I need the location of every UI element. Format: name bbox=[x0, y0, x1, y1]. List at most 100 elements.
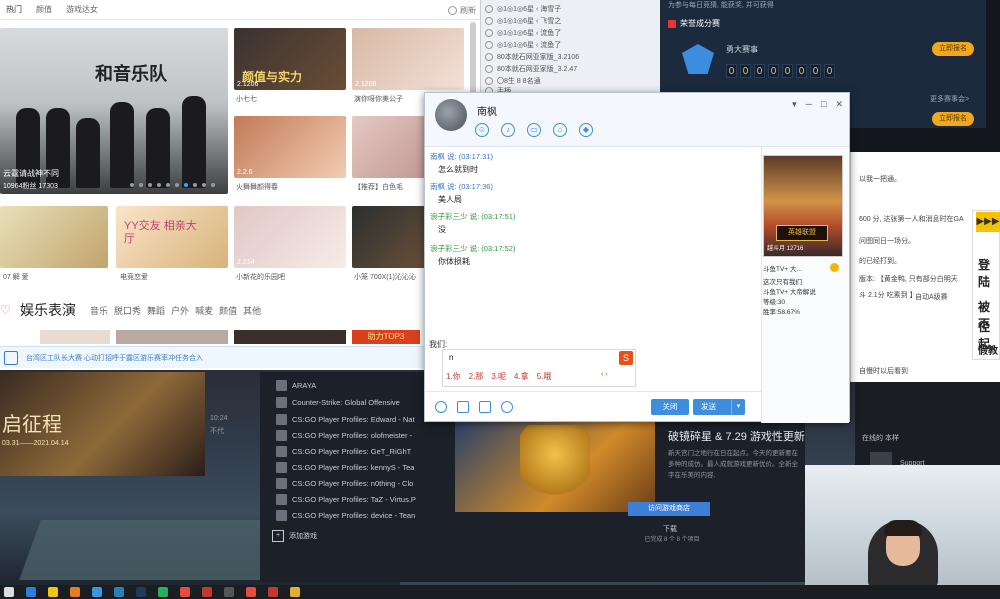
close-icon[interactable]: ✕ bbox=[835, 99, 843, 110]
signup-button[interactable]: 立即报名 bbox=[932, 42, 974, 56]
app-icon[interactable] bbox=[158, 587, 168, 597]
category-dance[interactable]: 舞蹈 bbox=[147, 304, 165, 317]
stream-thumb[interactable] bbox=[116, 330, 228, 344]
app-icon[interactable] bbox=[224, 587, 234, 597]
user-icon bbox=[485, 64, 493, 73]
app-icon[interactable] bbox=[290, 587, 300, 597]
user-icon bbox=[485, 16, 493, 25]
chevron-down-icon[interactable]: ▾ bbox=[792, 99, 797, 110]
category-other[interactable]: 其他 bbox=[243, 304, 261, 317]
library-game-item[interactable]: CS:GO Player Profiles: olofmeister - bbox=[276, 428, 412, 443]
library-game-item[interactable]: Counter-Strike: Global Offensive bbox=[276, 395, 400, 410]
ime-candidate[interactable]: 5.哦 bbox=[537, 371, 552, 382]
event-name: 勇大赛事 bbox=[726, 45, 758, 54]
friends-status: 在线的 本样 bbox=[862, 435, 899, 442]
viewer-count: 2.214 bbox=[237, 259, 255, 266]
library-game-item[interactable]: CS:GO Player Profiles: GeT_RiGhT bbox=[276, 444, 411, 459]
ime-candidate[interactable]: 4.拿 bbox=[514, 371, 529, 382]
refresh-label: 刷新 bbox=[460, 5, 476, 15]
stream-thumb[interactable] bbox=[40, 330, 110, 344]
voice-call-icon[interactable]: ♪ bbox=[501, 123, 515, 137]
category-music[interactable]: 音乐 bbox=[90, 304, 108, 317]
library-game-item[interactable]: CS:GO Player Profiles: Edward - Nat bbox=[276, 412, 415, 427]
shield-icon[interactable]: ◆ bbox=[579, 123, 593, 137]
announcement-ticker[interactable]: 台湾区工队长大赛 心动打招呼于露区游乐赛率冲任务合入 bbox=[0, 346, 480, 368]
library-game-item[interactable]: CS:GO Player Profiles: n0thing - Clo bbox=[276, 476, 413, 491]
app-icon[interactable]: ⌂ bbox=[553, 123, 567, 137]
folder-icon[interactable] bbox=[48, 587, 58, 597]
scissors-icon[interactable] bbox=[457, 401, 469, 413]
stream-thumb[interactable] bbox=[0, 206, 108, 268]
signup-button[interactable]: 立即报名 bbox=[932, 112, 974, 126]
library-game-item[interactable]: CS:GO Player Profiles: device - Tean bbox=[276, 508, 415, 523]
section-title: 娱乐表演 bbox=[20, 302, 76, 318]
game-icon bbox=[276, 446, 287, 457]
ime-candidate[interactable]: 3.呢 bbox=[491, 371, 506, 382]
article-line: 版本: 【黄金鸭, 只有部分白明天 bbox=[859, 276, 958, 283]
stream-caption: 火舞舞颜得春 bbox=[236, 184, 278, 191]
stream-thumb[interactable]: 2.1208 bbox=[352, 28, 464, 90]
game-card-image[interactable] bbox=[763, 155, 843, 257]
fast-forward-icon[interactable]: ▶▶▶ bbox=[976, 212, 1000, 232]
category-outdoor[interactable]: 户外 bbox=[171, 304, 189, 317]
tab-beauty[interactable]: 颜值 bbox=[36, 4, 52, 15]
windows-start-icon[interactable] bbox=[4, 587, 14, 597]
stream-thumb[interactable]: YY交友 相亲大厅 bbox=[116, 206, 228, 268]
app-icon[interactable] bbox=[70, 587, 80, 597]
ticker-text: 台湾区工队长大赛 心动打招呼于露区游乐赛率冲任务合入 bbox=[26, 354, 203, 362]
streamer-hair bbox=[884, 520, 922, 536]
stream-thumb[interactable]: 2.2.6 bbox=[234, 116, 346, 178]
image-icon[interactable] bbox=[479, 401, 491, 413]
library-game-item[interactable]: ARAYA bbox=[276, 378, 316, 393]
add-game-button[interactable]: + 添加游戏 bbox=[272, 530, 317, 542]
tab-hot[interactable]: 热门 bbox=[6, 4, 22, 15]
chevron-down-icon[interactable]: ▾ bbox=[731, 399, 745, 415]
power-top-badge: 助力TOP3 bbox=[352, 330, 420, 344]
message-header: 南枫 说: (03:17:31) bbox=[430, 152, 493, 161]
carousel-dots[interactable] bbox=[130, 183, 215, 187]
stream-thumb[interactable] bbox=[234, 330, 346, 344]
app-icon[interactable] bbox=[246, 587, 256, 597]
visit-store-button[interactable]: 访问游戏商店 bbox=[628, 502, 710, 516]
window-controls: ▾ ─ □ ✕ bbox=[792, 99, 843, 110]
minimize-icon[interactable]: ─ bbox=[806, 99, 812, 110]
ime-candidate[interactable]: 2.那 bbox=[469, 371, 484, 382]
ime-page-nav[interactable]: ‹ › bbox=[601, 371, 608, 378]
app-icon[interactable] bbox=[268, 587, 278, 597]
emoji-icon[interactable] bbox=[435, 401, 447, 413]
app-icon[interactable] bbox=[180, 587, 190, 597]
stream-caption: 小笼 700X(1)沁沁沁 bbox=[354, 274, 416, 281]
tab-games[interactable]: 游戏达女 bbox=[66, 4, 98, 15]
downloads-label[interactable]: 下载 bbox=[650, 524, 690, 534]
browser-icon[interactable] bbox=[92, 587, 102, 597]
message-header: 南枫 说: (03:17:36) bbox=[430, 182, 493, 191]
category-mc[interactable]: 喊麦 bbox=[195, 304, 213, 317]
video-call-icon[interactable]: ☺ bbox=[475, 123, 489, 137]
category-talk[interactable]: 脱口秀 bbox=[114, 304, 141, 317]
maximize-icon[interactable]: □ bbox=[821, 99, 826, 110]
user-icon bbox=[485, 28, 493, 37]
tournament-icon bbox=[668, 19, 676, 28]
library-game-item[interactable]: CS:GO Player Profiles: kennyS - Tea bbox=[276, 460, 414, 475]
app-icon[interactable] bbox=[202, 587, 212, 597]
ime-candidate[interactable]: 1.你 bbox=[446, 371, 461, 382]
more-events-link[interactable]: 更多赛事会> bbox=[930, 94, 969, 104]
qq-icon[interactable] bbox=[114, 587, 124, 597]
clock-icon[interactable] bbox=[501, 401, 513, 413]
stream-thumb[interactable]: 颜值与实力 2.1206 bbox=[234, 28, 346, 90]
stream-thumb[interactable]: 2.214 bbox=[234, 206, 346, 268]
card-line: 斗鱼TV+ 大帝解说 bbox=[763, 289, 816, 296]
category-beauty[interactable]: 颜值 bbox=[219, 304, 237, 317]
avatar[interactable] bbox=[435, 99, 467, 131]
screenshot-icon[interactable]: ▭ bbox=[527, 123, 541, 137]
news-title[interactable]: 破镜碎星 & 7.29 游戏性更新 bbox=[668, 428, 805, 444]
steam-icon[interactable] bbox=[136, 587, 146, 597]
game-icon bbox=[276, 478, 287, 489]
app-icon[interactable] bbox=[26, 587, 36, 597]
refresh-button[interactable]: 刷新 bbox=[448, 0, 480, 20]
featured-title: 和音乐队 bbox=[95, 64, 167, 85]
close-button[interactable]: 关闭 bbox=[651, 399, 689, 415]
library-game-item[interactable]: CS:GO Player Profiles: TaZ - Virtus.P bbox=[276, 492, 416, 507]
card-line: 这次只有我们 bbox=[763, 279, 802, 286]
message-input[interactable]: n bbox=[449, 353, 453, 362]
